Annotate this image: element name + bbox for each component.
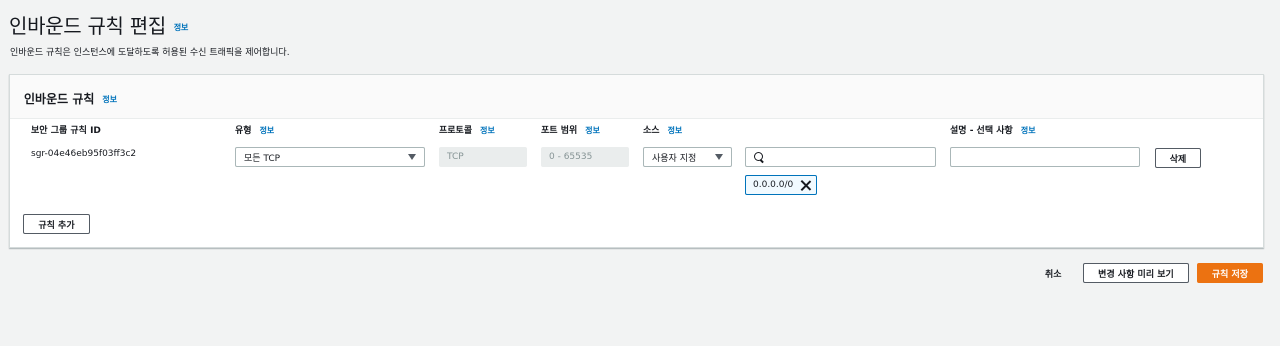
type-select[interactable]: 모든 TCP [235,147,425,167]
cidr-token: 0.0.0.0/0 [745,175,817,195]
column-header-description-label: 설명 - 선택 사항 [950,126,1013,136]
caret-down-icon [408,154,416,160]
preview-changes-button[interactable]: 변경 사항 미리 보기 [1083,263,1189,283]
source-info-link[interactable]: 정보 [668,126,683,135]
page-description: 인바운드 규칙은 인스턴스에 도달하도록 허용된 수신 트래픽을 제어합니다. [10,48,290,58]
port-range-field: 0 - 65535 [541,147,629,167]
delete-rule-button[interactable]: 삭제 [1155,148,1201,168]
column-header-protocol: 프로토콜 정보 [439,123,495,136]
column-header-type-label: 유형 [235,126,252,136]
panel-info-link[interactable]: 정보 [102,95,117,104]
type-info-link[interactable]: 정보 [260,126,275,135]
column-header-protocol-label: 프로토콜 [439,126,473,136]
protocol-field: TCP [439,147,527,167]
page-title: 인바운드 규칙 편집 정보 [9,10,188,39]
cidr-token-label: 0.0.0.0/0 [753,180,794,190]
description-input[interactable] [950,147,1140,167]
protocol-info-link[interactable]: 정보 [480,126,495,135]
description-info-link[interactable]: 정보 [1021,126,1036,135]
column-header-description: 설명 - 선택 사항 정보 [950,123,1036,136]
save-rules-button[interactable]: 규칙 저장 [1197,263,1263,283]
column-header-port-range-label: 포트 범위 [541,126,578,136]
column-header-type: 유형 정보 [235,123,274,136]
port-range-info-link[interactable]: 정보 [585,126,600,135]
add-rule-button[interactable]: 규칙 추가 [23,214,90,234]
page-title-text: 인바운드 규칙 편집 [9,14,166,38]
column-header-sg-rule-id: 보안 그룹 규칙 ID [31,126,101,136]
caret-down-icon [715,154,723,160]
column-header-source-label: 소스 [643,126,660,136]
page-info-link[interactable]: 정보 [174,23,188,32]
panel-title: 인바운드 규칙 정보 [24,90,117,107]
source-type-value: 사용자 지정 [652,153,697,164]
search-icon [754,152,764,162]
panel-header: 인바운드 규칙 정보 [10,75,1263,119]
close-icon[interactable] [800,180,811,191]
source-type-select[interactable]: 사용자 지정 [643,147,732,167]
column-header-port-range: 포트 범위 정보 [541,123,600,136]
type-select-value: 모든 TCP [244,153,281,164]
cancel-button[interactable]: 취소 [1045,267,1062,280]
sg-rule-id-value: sgr-04e46eb95f03ff3c2 [31,149,137,159]
column-header-source: 소스 정보 [643,123,682,136]
source-search-input[interactable] [745,147,936,167]
panel-title-text: 인바운드 규칙 [24,92,95,106]
